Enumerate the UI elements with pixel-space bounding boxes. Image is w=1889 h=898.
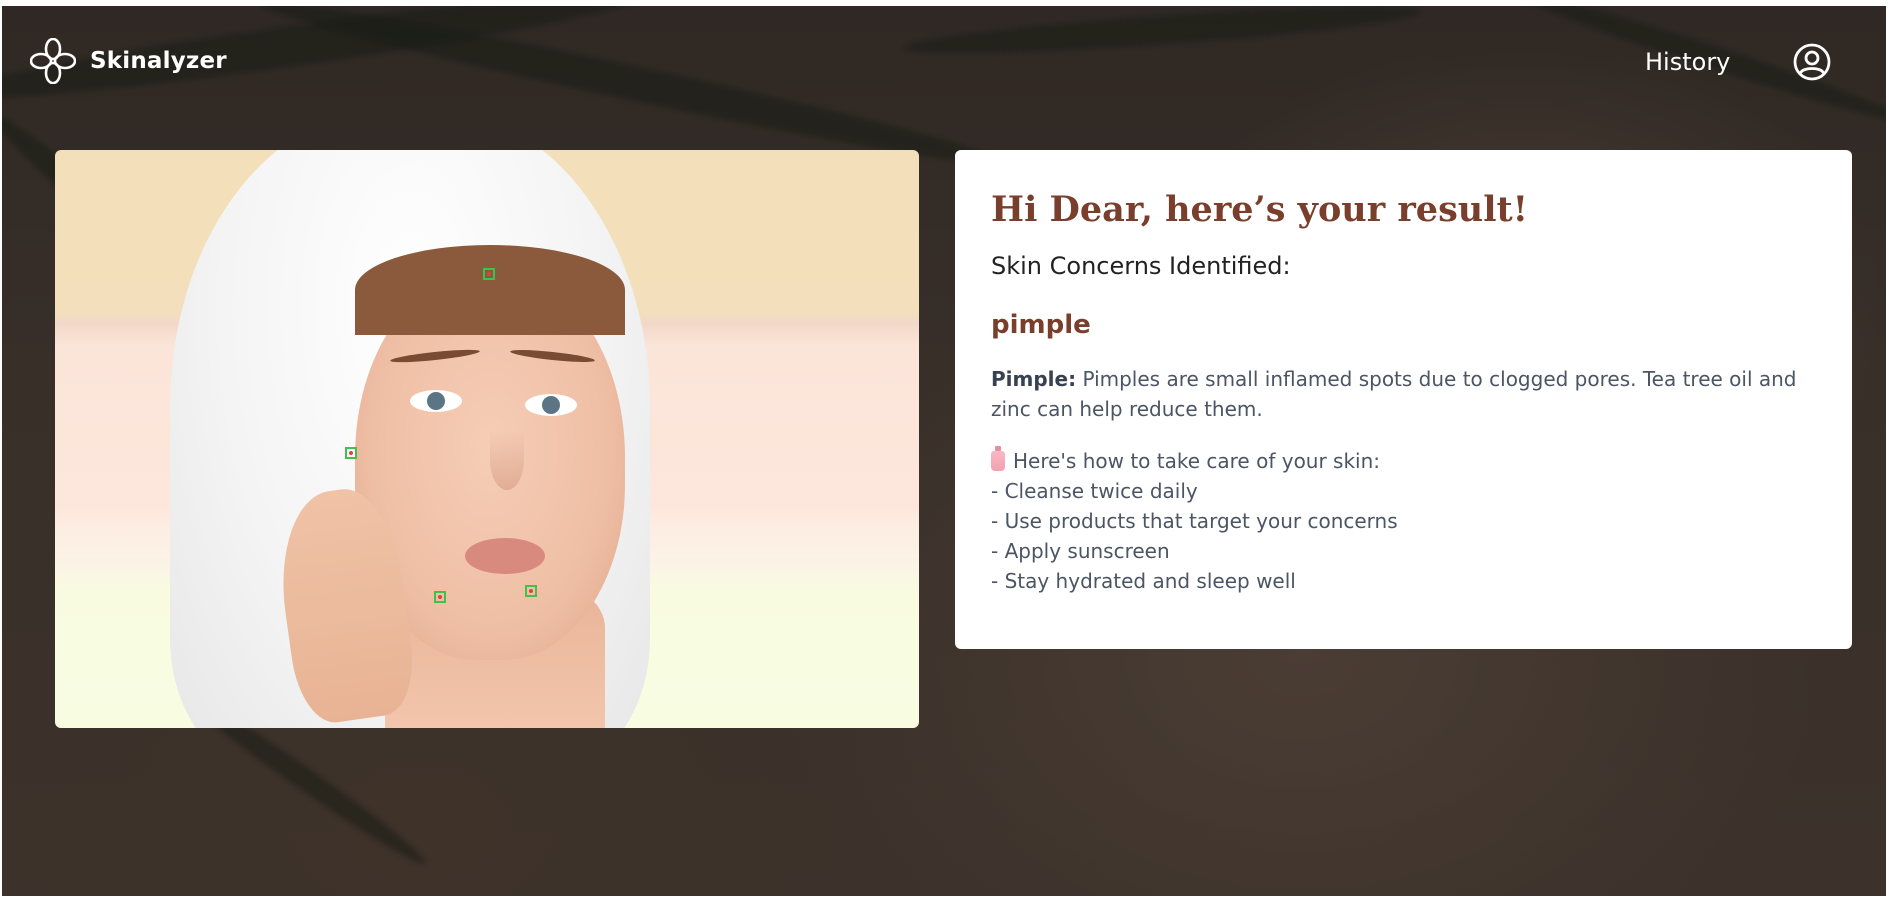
concerns-label: Skin Concerns Identified: [991,252,1291,280]
concern-text: Pimples are small inflamed spots due to … [991,367,1797,421]
photo-nose [490,430,524,490]
pimple-detection-box [434,591,446,603]
care-tips: Here's how to take care of your skin: - … [991,446,1816,596]
care-tip: - Stay hydrated and sleep well [991,569,1296,593]
photo-hair [355,245,625,335]
user-circle-icon[interactable] [1792,42,1832,82]
pimple-detection-box [525,585,537,597]
brand-name[interactable]: Skinalyzer [90,48,227,74]
nav-history-link[interactable]: History [1645,48,1730,76]
photo-eye [525,394,577,416]
care-tip: - Apply sunscreen [991,539,1170,563]
care-tip: - Cleanse twice daily [991,479,1198,503]
care-intro-text: Here's how to take care of your skin: [1013,449,1381,473]
top-navbar: Skinalyzer History [2,6,1886,106]
concern-description: Pimple: Pimples are small inflamed spots… [991,364,1816,424]
care-tip: - Use products that target your concerns [991,509,1398,533]
care-intro: Here's how to take care of your skin: [991,446,1816,476]
photo-eye [410,390,462,412]
lotion-bottle-icon [991,446,1005,471]
concern-term: Pimple: [991,367,1077,391]
result-title: Hi Dear, here’s your result! [991,189,1529,230]
pimple-detection-box [483,268,495,280]
analyzed-photo [55,150,919,728]
app-background: Skinalyzer History Hi Dear, here’s your … [2,6,1886,896]
flower-logo-icon[interactable] [30,38,76,84]
photo-lips [465,538,545,574]
result-panel: Hi Dear, here’s your result! Skin Concer… [955,150,1852,649]
pimple-detection-box [345,447,357,459]
concern-name: pimple [991,310,1091,340]
